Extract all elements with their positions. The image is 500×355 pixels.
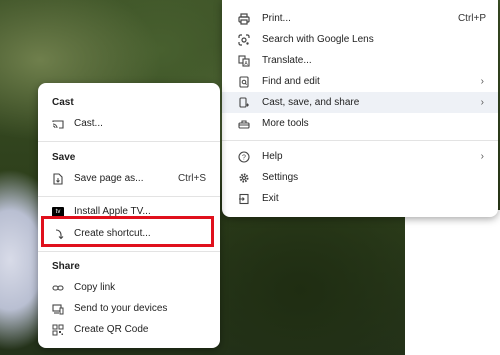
menu-item-find-and-edit[interactable]: Find and edit › [222,71,498,92]
cast-save-share-icon [238,96,250,109]
highlight-annotation-box [41,216,214,247]
gear-icon [238,172,250,184]
submenu-item-label: Send to your devices [74,303,168,314]
submenu-item-save-page[interactable]: Save page as... Ctrl+S [38,168,220,189]
find-icon [238,75,250,88]
print-icon [238,12,250,25]
translate-icon: A [238,54,250,67]
submenu-item-label: Save page as... [74,173,144,184]
submenu-item-label: Create QR Code [74,324,149,335]
cast-icon [52,118,64,130]
save-page-icon [52,172,64,185]
menu-item-label: Translate... [262,55,312,66]
qr-code-icon [52,324,64,336]
section-heading-share: Share [52,261,80,272]
menu-divider [222,140,498,141]
chevron-right-icon: › [480,76,484,87]
menu-item-label: Find and edit [262,76,320,87]
menu-item-label: Exit [262,193,279,204]
menu-divider [38,141,220,142]
section-heading-save: Save [52,152,76,163]
menu-item-google-lens[interactable]: Search with Google Lens [222,29,498,50]
menu-item-cast-save-share[interactable]: Cast, save, and share › [222,92,498,113]
exit-icon [238,193,250,205]
menu-item-help[interactable]: ? Help › [222,146,498,167]
menu-item-shortcut: Ctrl+P [457,13,486,24]
menu-item-label: Search with Google Lens [262,34,374,45]
submenu-item-qr-code[interactable]: Create QR Code [38,319,220,340]
menu-divider [38,251,220,252]
menu-item-more-tools[interactable]: More tools [222,113,498,134]
submenu-item-shortcut: Ctrl+S [177,173,206,184]
section-heading-cast: Cast [52,97,74,108]
menu-item-label: Help [262,151,283,162]
chevron-right-icon: › [480,151,484,162]
menu-item-exit[interactable]: Exit [222,188,498,209]
menu-item-label: Print... [262,13,291,24]
submenu-item-label: Copy link [74,282,116,293]
submenu-item-copy-link[interactable]: Copy link [38,277,220,298]
menu-item-label: Cast, save, and share [262,97,360,108]
submenu-item-send-devices[interactable]: Send to your devices [38,298,220,319]
menu-item-label: More tools [262,118,309,129]
menu-item-print[interactable]: Print... Ctrl+P [222,8,498,29]
help-icon: ? [238,150,250,163]
svg-text:?: ? [242,154,246,161]
submenu-item-label: Cast... [74,118,103,129]
google-lens-icon [238,33,250,46]
devices-icon [52,303,64,315]
menu-item-settings[interactable]: Settings [222,167,498,188]
menu-item-label: Settings [262,172,299,183]
chrome-main-menu: Print... Ctrl+P Search with Google Lens … [222,0,498,217]
toolbox-icon [238,118,250,130]
page-content-area [405,210,500,355]
link-icon [52,282,64,294]
menu-divider [38,196,220,197]
chevron-right-icon: › [480,97,484,108]
menu-item-translate[interactable]: A Translate... [222,50,498,71]
submenu-item-cast[interactable]: Cast... [38,113,220,134]
